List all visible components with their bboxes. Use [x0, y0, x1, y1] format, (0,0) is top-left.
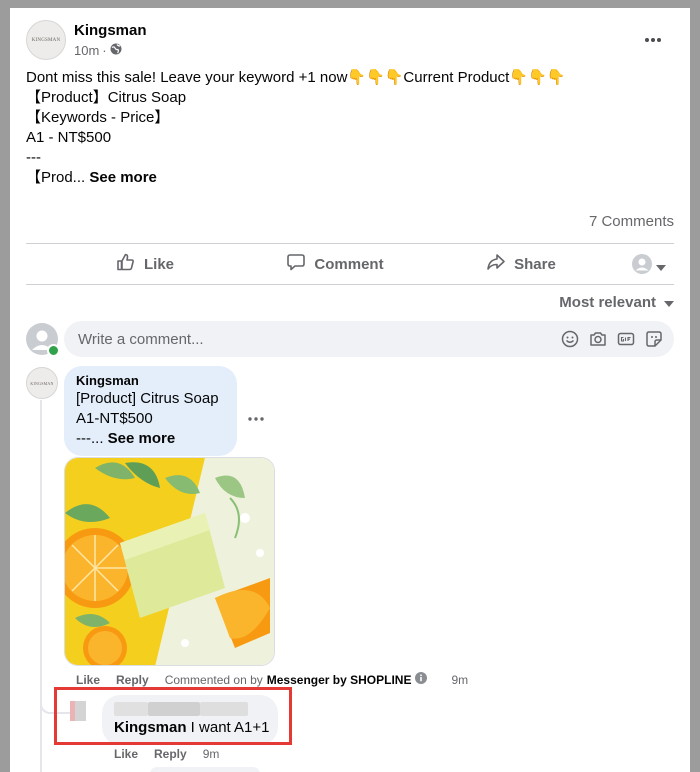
- like-button[interactable]: Like: [70, 246, 220, 282]
- next-comment-partial: [150, 767, 260, 772]
- comment-author-avatar[interactable]: KINGSMAN: [26, 367, 58, 399]
- post-timestamp[interactable]: 10m: [74, 43, 99, 58]
- share-label: Share: [514, 255, 556, 273]
- comment-icon: [286, 252, 306, 276]
- source-app[interactable]: Messenger by SHOPLINE: [267, 673, 412, 687]
- divider-top: [26, 243, 674, 244]
- comment-time[interactable]: 9m: [451, 673, 468, 687]
- gif-icon[interactable]: [616, 329, 636, 354]
- divider-bottom: [26, 284, 674, 285]
- page-logo: KINGSMAN: [31, 37, 61, 43]
- like-label: Like: [143, 255, 174, 273]
- user-avatar-small: [632, 254, 652, 279]
- share-button[interactable]: Share: [446, 246, 596, 282]
- reply-like-link[interactable]: Like: [114, 747, 138, 761]
- thread-line: [40, 400, 42, 772]
- comment-product-image[interactable]: [64, 457, 275, 666]
- comment-reply-link[interactable]: Reply: [116, 673, 149, 687]
- comment-button[interactable]: Comment: [260, 246, 410, 282]
- source-prefix: Commented on by: [164, 672, 263, 687]
- page-name[interactable]: Kingsman: [74, 22, 147, 39]
- online-status-dot: [47, 344, 60, 357]
- share-as-selector[interactable]: [632, 254, 666, 279]
- share-icon: [486, 252, 506, 276]
- like-icon: [116, 252, 136, 276]
- comment-like-link[interactable]: Like: [76, 673, 100, 687]
- camera-icon[interactable]: [588, 329, 608, 354]
- comment-source: Commented on by Messenger by SHOPLINE: [165, 672, 428, 687]
- comment-label: Comment: [314, 255, 384, 273]
- comment-author-name[interactable]: Kingsman: [76, 373, 139, 388]
- see-more-link[interactable]: See more: [89, 169, 157, 186]
- comment-text-block: [Product] Citrus Soap A1-NT$500 ---... S…: [76, 389, 219, 449]
- highlight-box: [54, 687, 292, 745]
- comments-count[interactable]: 7 Comments: [589, 213, 674, 230]
- comment-tools: [560, 329, 664, 354]
- meta-separator: ·: [102, 43, 107, 58]
- post-meta: 10m ·: [74, 43, 122, 58]
- sort-label: Most relevant: [559, 294, 656, 311]
- post-text: Dont miss this sale! Leave your keyword …: [26, 68, 666, 188]
- post-card: KINGSMAN Kingsman 10m · Dont miss this s…: [10, 8, 690, 772]
- info-icon[interactable]: [415, 672, 428, 687]
- page-avatar[interactable]: KINGSMAN: [26, 20, 66, 60]
- sticker-icon[interactable]: [644, 329, 664, 354]
- reply-reply-link[interactable]: Reply: [154, 747, 187, 761]
- chevron-down-icon: [664, 294, 674, 311]
- comment-author-logo: KINGSMAN: [30, 380, 54, 386]
- globe-icon: [110, 43, 122, 58]
- comment-bubble: Kingsman [Product] Citrus Soap A1-NT$500…: [64, 366, 237, 456]
- comment-more-icon[interactable]: [248, 408, 264, 426]
- more-options-icon[interactable]: [644, 30, 662, 48]
- comment-actions: Like Reply Commented on by Messenger by …: [76, 672, 468, 687]
- dropdown-icon: [656, 258, 666, 276]
- comment-box[interactable]: [64, 321, 674, 357]
- emoji-icon[interactable]: [560, 329, 580, 354]
- comment-sort[interactable]: Most relevant: [559, 294, 674, 311]
- comment-input[interactable]: [76, 329, 550, 349]
- reply-actions: Like Reply 9m: [114, 747, 219, 761]
- comment-see-more-link[interactable]: See more: [108, 430, 176, 447]
- current-user-avatar[interactable]: [26, 323, 60, 357]
- reply-time[interactable]: 9m: [203, 747, 220, 761]
